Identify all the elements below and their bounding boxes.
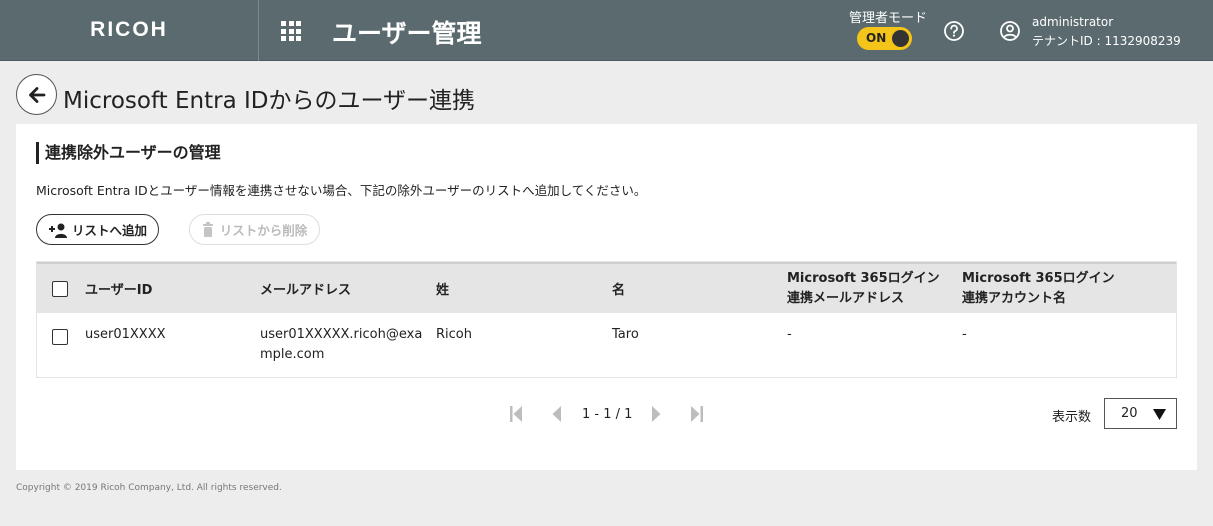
cell-email-line2: mple.com [260, 347, 325, 362]
per-page-label: 表示数 [1052, 410, 1092, 425]
toggle-knob [892, 30, 909, 47]
admin-mode-label: 管理者モード [849, 11, 928, 26]
cell-user-id: user01XXXX [85, 327, 166, 342]
user-account-icon[interactable] [999, 20, 1021, 42]
table-header: ユーザーID メールアドレス 姓 名 Microsoft 365ログイン 連携メ… [37, 262, 1176, 313]
add-to-list-button[interactable]: リストへ追加 [36, 214, 159, 245]
first-page-icon[interactable] [509, 405, 523, 423]
col-ms365-account-line1: Microsoft 365ログイン [962, 271, 1115, 286]
previous-page-icon[interactable] [551, 405, 562, 423]
copyright: Copyright © 2019 Ricoh Company, Ltd. All… [16, 483, 282, 493]
col-ms365-email[interactable]: Microsoft 365ログイン 連携メールアドレス [787, 269, 940, 309]
delete-from-list-label: リストから削除 [219, 223, 308, 238]
page-title: Microsoft Entra IDからのユーザー連携 [63, 88, 476, 114]
col-ms365-account-line2: 連携アカウント名 [962, 291, 1067, 306]
row-checkbox[interactable] [52, 329, 68, 345]
col-ms365-account[interactable]: Microsoft 365ログイン 連携アカウント名 [962, 269, 1115, 309]
col-first-name[interactable]: 名 [612, 281, 625, 301]
page-info: 1 - 1 / 1 [582, 407, 633, 422]
caret-down-icon [1153, 409, 1166, 420]
back-button[interactable] [16, 74, 57, 115]
select-all-checkbox[interactable] [52, 281, 68, 297]
content-card: 連携除外ユーザーの管理 Microsoft Entra IDとユーザー情報を連携… [16, 124, 1197, 470]
help-icon[interactable] [943, 20, 965, 42]
per-page-select[interactable]: 20 [1104, 398, 1177, 429]
user-name: administrator [1032, 15, 1114, 29]
cell-ms365-account: - [962, 327, 967, 342]
section-description: Microsoft Entra IDとユーザー情報を連携させない場合、下記の除外… [36, 183, 647, 198]
cell-last-name: Ricoh [436, 327, 472, 342]
next-page-icon[interactable] [651, 405, 662, 423]
toggle-label: ON [866, 31, 887, 45]
app-title: ユーザー管理 [332, 19, 482, 48]
add-user-icon [48, 223, 67, 238]
admin-mode-toggle[interactable]: ON [857, 27, 912, 50]
arrow-left-icon [28, 86, 45, 103]
cell-email-line1: user01XXXXX.ricoh@exa [260, 327, 423, 342]
apps-grid-icon[interactable] [281, 21, 301, 41]
tenant-id: テナントID : 1132908239 [1032, 34, 1181, 48]
col-ms365-email-line1: Microsoft 365ログイン [787, 271, 940, 286]
per-page-value: 20 [1121, 406, 1138, 421]
delete-from-list-button[interactable]: リストから削除 [189, 214, 320, 245]
cell-first-name: Taro [612, 327, 639, 342]
app-header: RICOH [0, 0, 1213, 61]
cell-email: user01XXXXX.ricoh@exa mple.com [260, 325, 422, 365]
section-title: 連携除外ユーザーの管理 [36, 142, 221, 164]
ricoh-logo[interactable]: RICOH [0, 0, 259, 61]
add-to-list-label: リストへ追加 [71, 223, 147, 238]
col-email[interactable]: メールアドレス [260, 281, 351, 301]
col-user-id[interactable]: ユーザーID [85, 281, 152, 301]
trash-icon [202, 222, 213, 237]
col-ms365-email-line2: 連携メールアドレス [787, 291, 905, 306]
col-last-name[interactable]: 姓 [436, 281, 449, 301]
excluded-users-table: ユーザーID メールアドレス 姓 名 Microsoft 365ログイン 連携メ… [36, 261, 1177, 378]
last-page-icon[interactable] [690, 405, 704, 423]
cell-ms365-email: - [787, 327, 792, 342]
